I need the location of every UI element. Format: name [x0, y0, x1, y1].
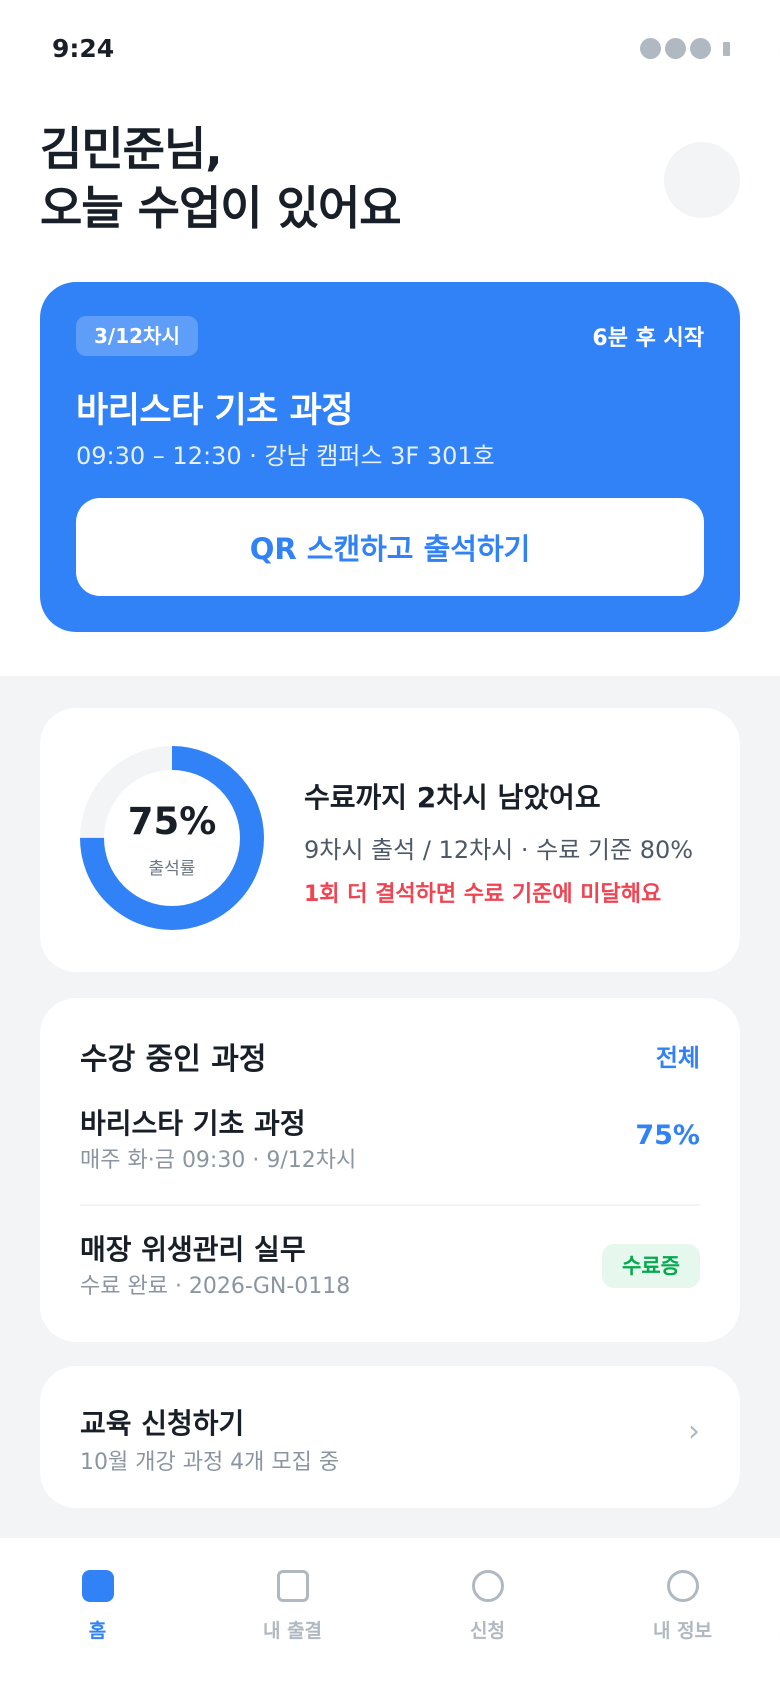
course-name: 매장 위생관리 실무 [80, 1233, 306, 1266]
attendance-warning: 1회 더 결석하면 수료 기준에 미달해요 [304, 882, 662, 907]
course-completion: 수료 완료 · 2026-GN-0118 [80, 1274, 351, 1299]
apply-card[interactable]: 교육 신청하기 10월 개강 과정 4개 모집 중 › [40, 1366, 740, 1508]
course-item[interactable]: 매장 위생관리 실무 수료 완료 · 2026-GN-0118 수료증 [80, 1204, 700, 1314]
tab-label: 내 출결 [262, 1620, 323, 1642]
session-badge: 3/12차시 [76, 316, 198, 356]
status-time: 9:24 [52, 34, 115, 63]
tab-label: 신청 [470, 1620, 505, 1642]
tab-label: 내 정보 [652, 1620, 713, 1642]
apply-title: 교육 신청하기 [80, 1407, 245, 1440]
starts-in-label: 6분 후 시작 [592, 326, 704, 351]
home-icon [81, 1570, 114, 1602]
avatar[interactable] [664, 142, 740, 218]
qr-attendance-button[interactable]: QR 스캔하고 출석하기 [76, 498, 704, 596]
tab-label: 홈 [88, 1620, 107, 1642]
tab-home[interactable]: 홈 [0, 1538, 195, 1688]
attendance-icon [276, 1570, 309, 1602]
signal-dot-icon [665, 38, 686, 59]
course-name: 바리스타 기초 과정 [80, 1107, 306, 1140]
course-schedule: 매주 화·금 09:30 · 9/12차시 [80, 1148, 357, 1173]
courses-card: 수강 중인 과정 전체 바리스타 기초 과정 매주 화·금 09:30 · 9/… [40, 998, 740, 1342]
attendance-card: 75% 출석률 수료까지 2차시 남았어요 9차시 출석 / 12차시 · 수료… [40, 708, 740, 972]
greeting-line-2: 오늘 수업이 있어요 [40, 181, 402, 235]
tab-attendance[interactable]: 내 출결 [195, 1538, 390, 1688]
chevron-right-icon: › [688, 1414, 700, 1449]
attendance-title: 수료까지 2차시 남았어요 [304, 781, 601, 814]
apply-subtitle: 10월 개강 과정 4개 모집 중 [80, 1450, 340, 1475]
tab-profile[interactable]: 내 정보 [585, 1538, 780, 1688]
greeting-title: 김민준님, 오늘 수업이 있어요 [40, 120, 402, 238]
course-item[interactable]: 바리스타 기초 과정 매주 화·금 09:30 · 9/12차시 75% [80, 1094, 700, 1204]
app-screen: 9:24 김민준님, 오늘 수업이 있어요 3/12차시 6분 후 시작 바리스… [0, 0, 780, 1688]
certificate-badge[interactable]: 수료증 [602, 1244, 700, 1288]
battery-icon [723, 41, 730, 56]
today-class-card: 3/12차시 6분 후 시작 바리스타 기초 과정 09:30 – 12:30 … [40, 282, 740, 632]
profile-icon [666, 1570, 699, 1602]
header-section: 9:24 김민준님, 오늘 수업이 있어요 3/12차시 6분 후 시작 바리스… [0, 0, 780, 676]
courses-section-title: 수강 중인 과정 [80, 1042, 267, 1077]
bottom-tab-bar: 홈 내 출결 신청 내 정보 [0, 1538, 780, 1688]
signal-dot-icon [690, 38, 711, 59]
course-progress: 75% [635, 1120, 700, 1151]
greeting-line-1: 김민준님, [40, 122, 223, 176]
tab-apply[interactable]: 신청 [390, 1538, 585, 1688]
class-meta: 09:30 – 12:30 · 강남 캠퍼스 3F 301호 [76, 442, 495, 470]
attendance-detail: 9차시 출석 / 12차시 · 수료 기준 80% [304, 836, 694, 864]
see-all-link[interactable]: 전체 [656, 1038, 700, 1073]
attendance-rate-label: 출석률 [148, 859, 196, 879]
class-title: 바리스타 기초 과정 [76, 391, 353, 431]
attendance-rate: 75% [127, 800, 217, 843]
apply-icon [471, 1570, 504, 1602]
status-indicators [640, 38, 730, 59]
signal-dot-icon [640, 38, 661, 59]
